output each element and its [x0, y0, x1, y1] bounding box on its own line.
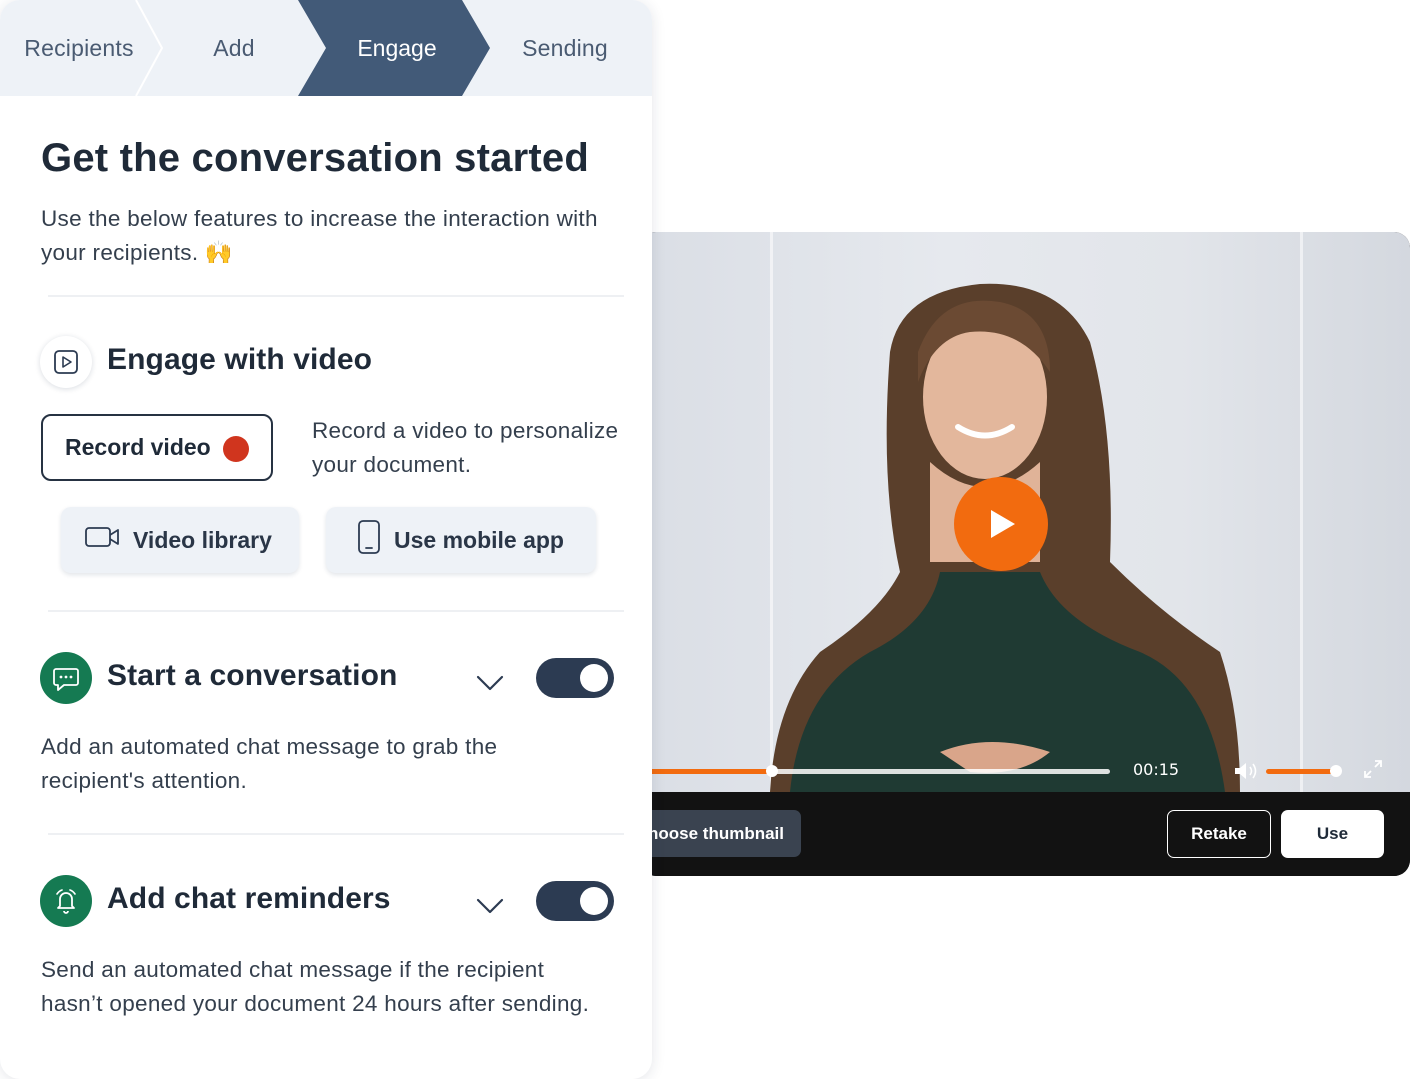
reminders-toggle[interactable]	[536, 881, 614, 921]
video-player: 00:15 hoose thumbnail Retake Use	[640, 232, 1410, 876]
step-add[interactable]: Add	[158, 0, 310, 96]
conversation-description: Add an automated chat message to grab th…	[41, 734, 498, 793]
time-readout: 00:15	[1133, 760, 1180, 779]
play-square-icon	[40, 336, 92, 388]
step-add-label: Add	[213, 34, 255, 61]
play-icon	[991, 510, 1015, 538]
record-dot-icon	[223, 436, 249, 462]
progress-fill	[640, 769, 772, 774]
chevron-down-icon[interactable]	[476, 674, 504, 692]
choose-thumbnail-button[interactable]: hoose thumbnail	[640, 810, 801, 857]
fullscreen-icon[interactable]	[1362, 758, 1384, 780]
step-engage-label: Engage	[357, 34, 437, 61]
divider	[48, 610, 624, 612]
conversation-section-title: Start a conversation	[107, 659, 398, 692]
volume-slider[interactable]	[1266, 765, 1343, 777]
retake-label: Retake	[1191, 824, 1247, 843]
volume-icon[interactable]	[1233, 760, 1259, 782]
video-section-title: Engage with video	[107, 343, 373, 376]
retake-button[interactable]: Retake	[1167, 810, 1271, 858]
chevron-down-icon[interactable]	[476, 897, 504, 915]
step-sending[interactable]: Sending	[478, 0, 652, 96]
step-sending-label: Sending	[522, 34, 608, 61]
divider	[48, 833, 624, 835]
use-button[interactable]: Use	[1281, 810, 1384, 858]
volume-fill	[1266, 769, 1337, 774]
play-button[interactable]	[954, 477, 1048, 571]
video-library-label: Video library	[133, 526, 272, 553]
use-mobile-app-label: Use mobile app	[394, 526, 564, 553]
record-video-description: Record a video to personalize your docum…	[312, 418, 619, 477]
page-title: Get the conversation started	[41, 136, 589, 180]
page-subtitle: Use the below features to increase the i…	[41, 206, 598, 265]
video-library-button[interactable]: Video library	[61, 507, 299, 573]
conversation-toggle[interactable]	[536, 658, 614, 698]
chat-bubble-icon	[40, 652, 92, 704]
reminders-section-title: Add chat reminders	[107, 882, 391, 915]
smartphone-icon	[356, 520, 394, 560]
step-recipients-label: Recipients	[24, 34, 134, 61]
step-engage[interactable]: Engage	[298, 0, 490, 96]
use-mobile-app-button[interactable]: Use mobile app	[326, 507, 596, 573]
player-action-bar: hoose thumbnail Retake Use	[640, 792, 1410, 876]
toggle-knob	[580, 664, 608, 692]
video-frame[interactable]: 00:15	[640, 232, 1410, 792]
engage-panel: Recipients Add Engage Sending Get the co…	[0, 0, 652, 1079]
bell-icon	[40, 875, 92, 927]
choose-thumbnail-label: hoose thumbnail	[648, 823, 784, 843]
video-camera-icon	[85, 525, 133, 555]
record-video-button[interactable]: Record video	[41, 414, 273, 481]
divider	[48, 295, 624, 297]
toggle-knob	[580, 887, 608, 915]
stepper: Recipients Add Engage Sending	[0, 0, 652, 96]
record-video-label: Record video	[65, 434, 211, 460]
progress-bar[interactable]	[640, 765, 1110, 777]
reminders-description: Send an automated chat message if the re…	[41, 957, 590, 1016]
progress-thumb[interactable]	[765, 765, 778, 777]
use-label: Use	[1316, 824, 1349, 843]
